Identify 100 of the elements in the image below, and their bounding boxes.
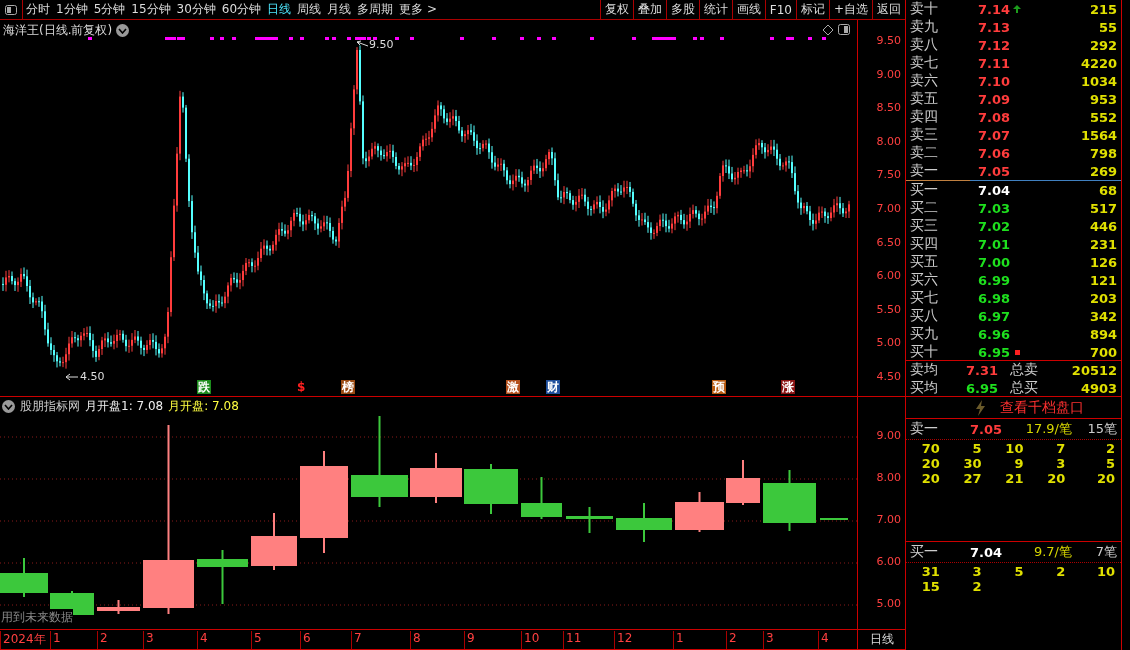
candle xyxy=(566,506,613,535)
level-label: 买七 xyxy=(910,289,939,307)
order-size: 27 xyxy=(962,471,983,486)
level-label: 卖二 xyxy=(910,144,939,162)
period-tab[interactable]: 多周期 xyxy=(354,1,397,18)
average-per-order: 17.9/笔 xyxy=(1024,420,1072,438)
level-price: 7.09 xyxy=(976,91,1010,107)
signal-tag: 榜 xyxy=(341,380,355,394)
level-price: 7.08 xyxy=(976,109,1010,125)
period-tab[interactable]: 5分钟 xyxy=(90,1,129,18)
signal-tag: 激 xyxy=(506,380,520,394)
dropdown-icon[interactable] xyxy=(116,24,130,37)
level-price: 7.14 xyxy=(976,1,1010,17)
level-label: 买二 xyxy=(910,199,939,217)
level-price: 7.02 xyxy=(976,218,1010,234)
level-price: 6.96 xyxy=(976,326,1010,342)
order-size: 3 xyxy=(971,564,983,579)
level-volume: 126 xyxy=(1088,254,1118,270)
period-tab[interactable]: 30分钟 xyxy=(173,1,219,18)
order-size: 10 xyxy=(1095,564,1116,579)
level-price: 7.13 xyxy=(976,19,1010,35)
summary-label: 买均 xyxy=(910,379,939,397)
level-volume: 231 xyxy=(1088,236,1118,252)
level-label: 买九 xyxy=(910,325,939,343)
level-volume: 292 xyxy=(1088,37,1118,53)
level-volume: 68 xyxy=(1098,182,1118,198)
lightning-icon xyxy=(973,399,986,416)
diamond-icon[interactable] xyxy=(822,24,834,36)
level-price: 7.01 xyxy=(976,236,1010,252)
summary-label: 总卖 xyxy=(1009,361,1038,379)
level-volume: 894 xyxy=(1088,326,1118,342)
price-axis-label: 6.00 xyxy=(876,269,901,283)
depth-price: 7.04 xyxy=(968,544,1002,560)
order-count: 7笔 xyxy=(1094,543,1118,561)
depth-label: 买一 xyxy=(910,543,939,561)
level-price: 7.12 xyxy=(976,37,1010,53)
price-axis-label: 6.50 xyxy=(876,235,901,249)
low-price-label: 4.50 xyxy=(80,370,105,383)
level-price: 6.95 xyxy=(976,344,1010,360)
period-tab[interactable]: 分时 xyxy=(23,1,53,18)
period-tab[interactable]: 1分钟 xyxy=(53,1,91,18)
level-label: 买三 xyxy=(910,217,939,235)
order-size: 5 xyxy=(971,441,983,456)
level-volume: 342 xyxy=(1088,308,1118,324)
dropdown-icon[interactable] xyxy=(2,400,15,414)
order-size: 10 xyxy=(1004,441,1025,456)
level-volume: 798 xyxy=(1088,145,1118,161)
level-label: 买六 xyxy=(910,271,939,289)
period-tab[interactable]: 60分钟 xyxy=(218,1,265,18)
summary-total: 4903 xyxy=(1079,380,1118,396)
summary-price: 7.31 xyxy=(964,362,998,378)
order-size: 30 xyxy=(962,456,983,471)
order-size: 2 xyxy=(1105,441,1116,456)
order-size: 15 xyxy=(920,579,941,594)
more-menu[interactable]: 更多 > xyxy=(396,1,440,18)
depth-link[interactable]: 查看千档盘口 xyxy=(999,398,1084,417)
level-label: 卖十 xyxy=(910,0,939,18)
period-tab[interactable]: 日线 xyxy=(264,1,295,18)
order-size: 3 xyxy=(1055,456,1067,471)
level-label: 卖四 xyxy=(910,108,939,126)
candle xyxy=(616,502,672,544)
level-volume: 953 xyxy=(1088,91,1118,107)
candle xyxy=(675,491,724,534)
time-axis-label: 3 xyxy=(143,631,154,649)
level-price: 7.04 xyxy=(976,182,1010,198)
time-axis-label: 6 xyxy=(300,631,311,649)
level-volume: 121 xyxy=(1088,272,1118,288)
price-axis-label: 5.00 xyxy=(876,597,901,611)
level-label: 卖五 xyxy=(910,90,939,108)
panel-icon[interactable] xyxy=(838,24,850,35)
depth-label: 卖一 xyxy=(910,420,939,438)
order-size: 2 xyxy=(971,579,983,594)
time-axis-label: 4 xyxy=(818,631,829,649)
indicator-value: 月开盘: 7.08 xyxy=(168,398,239,416)
level-price: 7.05 xyxy=(976,163,1010,179)
level-price: 6.97 xyxy=(976,308,1010,324)
level-volume: 4220 xyxy=(1079,55,1118,71)
period-tab[interactable]: 月线 xyxy=(324,1,355,18)
time-axis-label: 8 xyxy=(410,631,421,649)
period-tab[interactable]: 周线 xyxy=(294,1,325,18)
candle xyxy=(464,463,518,516)
price-axis-label: 4.50 xyxy=(876,370,901,383)
time-axis-label: 9 xyxy=(464,631,475,649)
summary-label: 总买 xyxy=(1009,379,1038,397)
time-axis-label: 2 xyxy=(726,631,737,649)
level-price: 7.11 xyxy=(976,55,1010,71)
time-axis-label: 4 xyxy=(197,631,208,649)
price-axis-label: 8.00 xyxy=(876,134,901,148)
order-size: 2 xyxy=(1055,564,1067,579)
candle xyxy=(197,549,248,606)
depth-price: 7.05 xyxy=(968,421,1002,437)
candle xyxy=(820,517,848,521)
period-tab[interactable]: 15分钟 xyxy=(128,1,174,18)
level-volume: 552 xyxy=(1088,109,1118,125)
level-volume: 1564 xyxy=(1079,127,1118,143)
level-price: 6.99 xyxy=(976,272,1010,288)
price-axis-label: 8.00 xyxy=(876,471,901,485)
signal-tag: 预 xyxy=(712,380,726,394)
level-label: 买五 xyxy=(910,253,939,271)
level-price: 7.03 xyxy=(976,200,1010,216)
